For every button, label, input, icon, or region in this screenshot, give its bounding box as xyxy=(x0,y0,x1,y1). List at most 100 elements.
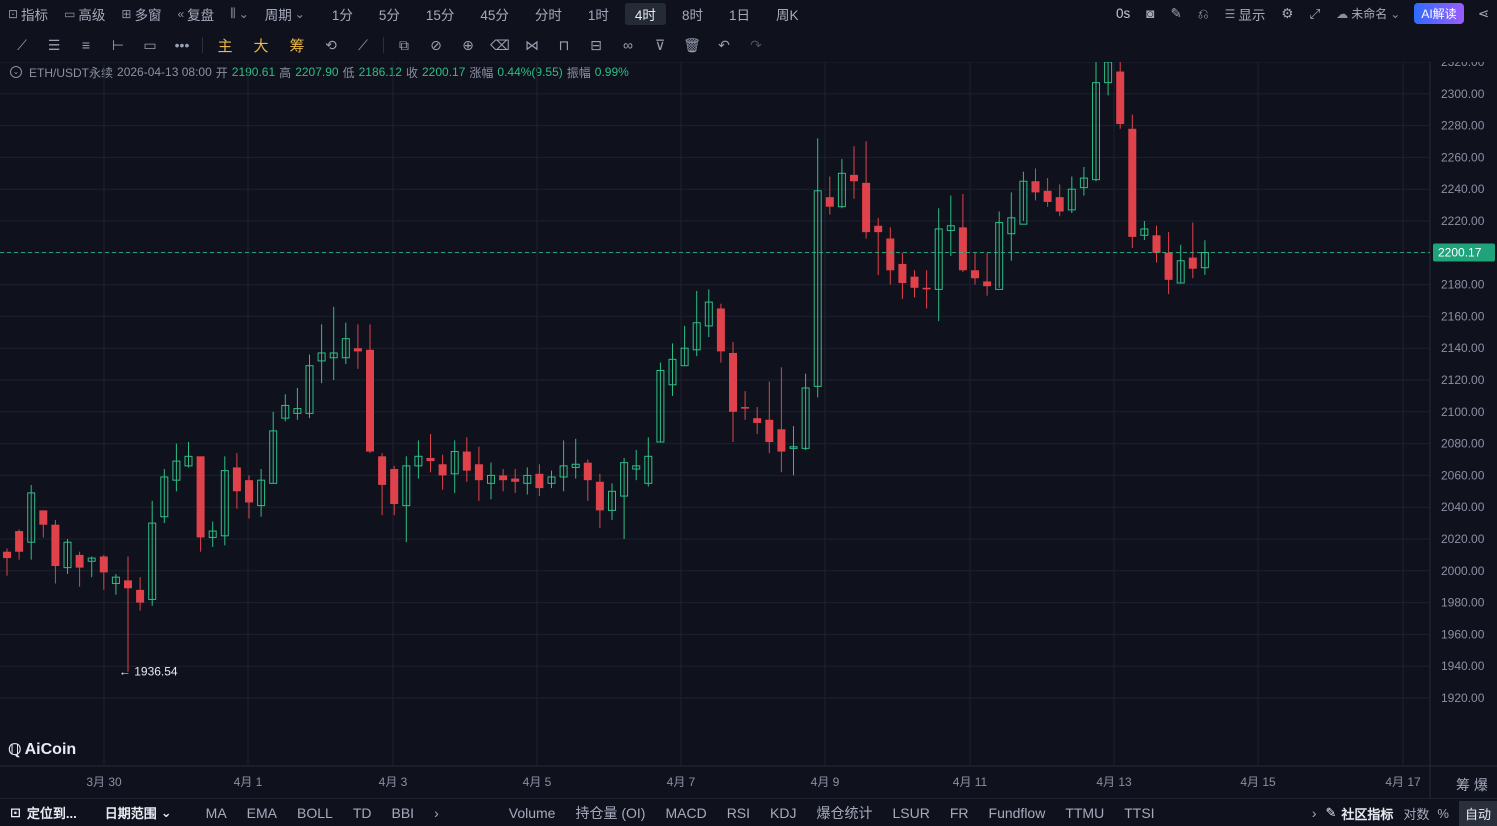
main-indicator-item[interactable]: MA xyxy=(196,799,237,826)
chevron-right-icon[interactable]: › xyxy=(424,799,449,826)
copy-icon[interactable]: ⧉ xyxy=(388,31,420,59)
sub-indicator-item[interactable]: FR xyxy=(940,799,979,826)
ai-interpret-button[interactable]: AI解读 xyxy=(1414,3,1464,24)
date-range-dropdown[interactable]: 日期范围 ⌄ xyxy=(95,799,182,826)
interval-tab[interactable]: 分时 xyxy=(525,0,572,27)
settings-icon[interactable]: ⚙ xyxy=(1273,0,1301,27)
divider xyxy=(202,37,203,53)
interval-tab[interactable]: 周K xyxy=(766,0,809,27)
locate-button[interactable]: ⊡ 定位到... xyxy=(0,799,87,826)
restore-icon[interactable]: ⎌ xyxy=(1190,0,1217,27)
candle-body xyxy=(1031,181,1040,193)
link-icon[interactable]: ∞ xyxy=(612,31,644,59)
indicator-button[interactable]: ⊡ 指标 xyxy=(0,0,56,27)
magic-wand-icon[interactable]: ⟋ xyxy=(347,31,379,59)
chevron-right-icon[interactable]: › xyxy=(1309,799,1320,826)
sub-indicator-item[interactable]: KDJ xyxy=(760,799,806,826)
sub-indicator-list: Volume 持仓量 (OI) MACD RSI KDJ 爆仓统计 LSUR FR Fundfl… xyxy=(499,799,1165,826)
sub-indicator-item[interactable]: 持仓量 (OI) xyxy=(565,799,655,826)
fullscreen-icon[interactable]: ⤢ xyxy=(1301,0,1328,27)
trend-line-icon[interactable]: ⟋ xyxy=(6,31,38,59)
advanced-button[interactable]: ▭ 高级 xyxy=(56,0,113,27)
multi-window-button[interactable]: ⊞ 多窗 xyxy=(113,0,169,27)
share-icon[interactable]: ⋖ xyxy=(1470,0,1497,27)
pencil-icon[interactable]: ✎ xyxy=(1162,0,1189,27)
big-order-button[interactable]: 大 xyxy=(243,31,279,59)
sub-indicator-item[interactable]: TTSI xyxy=(1114,799,1164,826)
chips-button[interactable]: 筹 xyxy=(279,31,315,59)
sub-indicator-item[interactable]: LSUR xyxy=(882,799,939,826)
parallel-lines-icon[interactable]: ☰ xyxy=(38,31,70,59)
period-dropdown[interactable]: 周期 ⌄ xyxy=(257,0,313,27)
sub-indicator-item[interactable]: RSI xyxy=(717,799,760,826)
chart-type-button[interactable]: ⫼ ⌄ xyxy=(222,0,257,27)
y-tick-label: 2040.00 xyxy=(1441,500,1485,514)
y-tick-label: 2140.00 xyxy=(1441,341,1485,355)
chips-corner-button[interactable]: 筹 xyxy=(1456,777,1470,793)
candle-body xyxy=(910,276,919,288)
candle-body xyxy=(983,281,992,287)
interval-tab[interactable]: 15分 xyxy=(416,0,465,27)
main-force-button[interactable]: 主 xyxy=(207,31,243,59)
main-indicator-item[interactable]: BOLL xyxy=(287,799,343,826)
redo-icon[interactable]: ↷ xyxy=(740,31,772,59)
y-tick-label: 2120.00 xyxy=(1441,373,1485,387)
interval-tab[interactable]: 1时 xyxy=(578,0,619,27)
x-tick-label: 4月 9 xyxy=(811,775,840,789)
undo-icon[interactable]: ↶ xyxy=(708,31,740,59)
y-tick-label: 2240.00 xyxy=(1441,182,1485,196)
sub-indicator-item[interactable]: MACD xyxy=(655,799,716,826)
more-tools-icon[interactable]: ••• xyxy=(166,31,198,59)
ruler-icon[interactable]: ⊘ xyxy=(420,31,452,59)
display-button[interactable]: ☰ 显示 xyxy=(1217,0,1274,27)
magnet-icon[interactable]: ⋈ xyxy=(516,31,548,59)
community-indicator-button[interactable]: ✎ 社区指标 xyxy=(1319,799,1399,826)
zoom-icon[interactable]: ⊕ xyxy=(452,31,484,59)
candle-body xyxy=(39,510,48,525)
main-indicator-item[interactable]: TD xyxy=(343,799,382,826)
sub-indicator-item[interactable]: Volume xyxy=(499,799,566,826)
camera-icon[interactable]: ◙ xyxy=(1138,0,1162,27)
candle-body xyxy=(898,263,907,284)
interval-tab[interactable]: 8时 xyxy=(672,0,713,27)
horizontal-lines-icon[interactable]: ≡ xyxy=(70,31,102,59)
candle-body xyxy=(765,419,774,443)
candle-body xyxy=(136,589,145,603)
liquidation-corner-button[interactable]: 爆 xyxy=(1474,777,1488,793)
sub-indicator-item[interactable]: Fundflow xyxy=(979,799,1056,826)
main-indicator-item[interactable]: EMA xyxy=(237,799,287,826)
replay-button[interactable]: «复盘 xyxy=(169,0,222,27)
lock-icon[interactable]: ⊓ xyxy=(548,31,580,59)
candle-body xyxy=(971,270,979,279)
drawing-toolbar: ⟋ ☰ ≡ ⊢ ▭ ••• 主 大 筹 ⟲ ⟋ ⧉ ⊘ ⊕ ⌫ ⋈ ⊓ ⊟ ∞ … xyxy=(0,30,1497,60)
layout-dropdown[interactable]: ☁ 未命名 ⌄ xyxy=(1328,0,1408,27)
candle-body xyxy=(862,182,871,233)
interval-tab[interactable]: 1分 xyxy=(322,0,363,27)
auto-draw-icon[interactable]: ⟲ xyxy=(315,31,347,59)
interval-tab[interactable]: 5分 xyxy=(369,0,410,27)
rectangle-icon[interactable]: ▭ xyxy=(134,31,166,59)
template-icon[interactable]: ⊟ xyxy=(580,31,612,59)
interval-tab[interactable]: 45分 xyxy=(470,0,519,27)
auto-scale-toggle[interactable]: 自动 xyxy=(1458,800,1497,826)
candle-body xyxy=(595,481,604,511)
percent-scale-toggle[interactable]: % xyxy=(1433,799,1453,826)
interval-tab[interactable]: 4时 xyxy=(624,2,666,25)
log-scale-toggle[interactable]: 对数 xyxy=(1399,799,1433,826)
candlestick-chart[interactable]: 2340.002320.002300.002280.002260.002240.… xyxy=(0,62,1497,798)
candle-body xyxy=(196,456,205,538)
sub-indicator-item[interactable]: 爆仓统计 xyxy=(806,799,882,826)
candle-body xyxy=(426,457,435,462)
trash-icon[interactable]: 🗑 xyxy=(676,31,708,59)
y-tick-label: 2000.00 xyxy=(1441,564,1485,578)
eraser-icon[interactable]: ⌫ xyxy=(484,31,516,59)
horizontal-ray-icon[interactable]: ⊢ xyxy=(102,31,134,59)
interval-tab[interactable]: 1日 xyxy=(719,0,760,27)
filter-icon[interactable]: ⊽ xyxy=(644,31,676,59)
candle-body xyxy=(886,238,895,271)
candle-body xyxy=(958,227,967,271)
x-tick-label: 4月 13 xyxy=(1096,775,1132,789)
main-indicator-item[interactable]: BBI xyxy=(382,799,425,826)
sub-indicator-item[interactable]: TTMU xyxy=(1055,799,1114,826)
candle-body xyxy=(1152,235,1161,253)
